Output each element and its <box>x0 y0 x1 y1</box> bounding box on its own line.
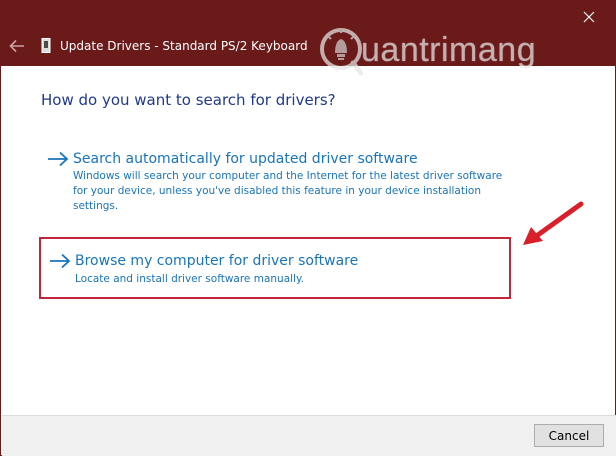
close-icon <box>583 11 595 23</box>
option-description: Windows will search your computer and th… <box>73 170 503 212</box>
right-arrow-icon <box>50 253 71 269</box>
option-title: Search automatically for updated driver … <box>73 151 418 167</box>
close-button[interactable] <box>577 7 601 27</box>
footer-bar <box>2 416 616 456</box>
update-drivers-window: Update Drivers - Standard PS/2 Keyboard … <box>0 0 616 456</box>
back-arrow-icon <box>9 39 24 53</box>
annotation-arrow-icon <box>523 201 584 245</box>
device-icon <box>41 38 51 53</box>
watermark: uantrimang <box>319 25 589 81</box>
option-title: Browse my computer for driver software <box>75 253 359 269</box>
cancel-button[interactable]: Cancel <box>534 424 604 447</box>
option-description: Locate and install driver software manua… <box>75 273 305 285</box>
search-automatically-option[interactable]: Search automatically for updated driver … <box>39 145 511 220</box>
back-button[interactable] <box>7 35 27 57</box>
window-title: Update Drivers - Standard PS/2 Keyboard <box>60 39 308 53</box>
browse-computer-option[interactable]: Browse my computer for driver software L… <box>39 237 511 299</box>
watermark-logo-icon <box>320 28 363 76</box>
right-arrow-icon <box>48 151 69 167</box>
watermark-text: uantrimang <box>361 31 537 69</box>
page-heading: How do you want to search for drivers? <box>41 91 336 109</box>
